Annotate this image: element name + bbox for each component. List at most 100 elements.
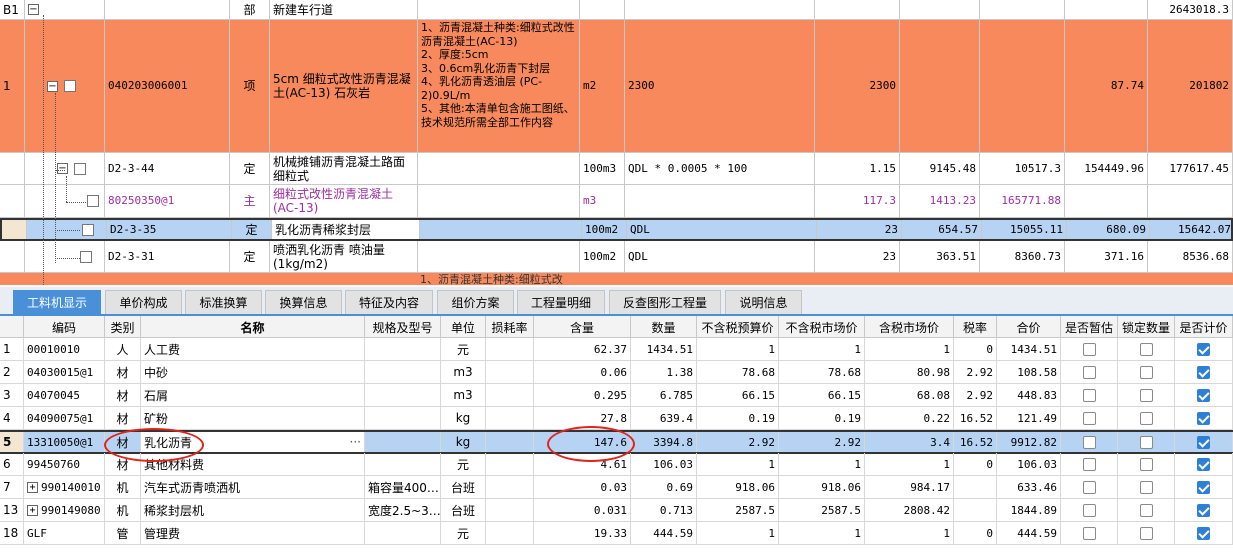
col-is-priced[interactable]: 是否计价 bbox=[1175, 316, 1233, 338]
bill-row-item[interactable]: 1 − 040203006001 项 5cm 细粒式改性沥青混凝土(AC-13)… bbox=[0, 20, 1233, 153]
col-tax-rate[interactable]: 税率 bbox=[954, 316, 997, 338]
lock-checkbox[interactable] bbox=[1139, 388, 1153, 402]
bill-row-item-partial[interactable]: 1、沥青混凝土种类:细粒式改 bbox=[0, 273, 1233, 285]
priced-checkbox-cell bbox=[1175, 432, 1233, 452]
bill-row-material[interactable]: 80250350@1 主 细粒式改性沥青混凝土(AC-13) m3 117.3 … bbox=[0, 185, 1233, 218]
row-checkbox[interactable] bbox=[64, 80, 76, 92]
lock-checkbox[interactable] bbox=[1139, 480, 1153, 494]
lock-checkbox[interactable] bbox=[1139, 503, 1153, 517]
estimate-checkbox[interactable] bbox=[1082, 457, 1096, 471]
estimate-checkbox[interactable] bbox=[1082, 435, 1096, 449]
resource-unit: kg bbox=[441, 432, 486, 452]
estimate-checkbox[interactable] bbox=[1082, 526, 1096, 540]
bill-row-quota[interactable]: − D2-3-44 定 机械摊铺沥青混凝土路面细粒式 100m3 QDL * 0… bbox=[0, 153, 1233, 185]
budget-price: 66.15 bbox=[697, 384, 779, 406]
estimate-checkbox[interactable] bbox=[1082, 365, 1096, 379]
tab-reverse-lookup[interactable]: 反查图形工程量 bbox=[609, 290, 721, 314]
col-loss-rate[interactable]: 损耗率 bbox=[486, 316, 534, 338]
row-checkbox[interactable] bbox=[80, 250, 92, 263]
col-code[interactable]: 编码 bbox=[24, 316, 105, 338]
col-is-estimate[interactable]: 是否暂估 bbox=[1061, 316, 1118, 338]
row-checkbox[interactable] bbox=[74, 162, 86, 175]
tab-labor-material-machine[interactable]: 工料机显示 bbox=[13, 290, 101, 314]
collapse-icon[interactable]: − bbox=[28, 4, 39, 15]
resource-row[interactable]: 4 04090075@1 材矿粉 kg 27.8 639.4 0.19 0.19 0.22 16.… bbox=[0, 407, 1233, 430]
item-name[interactable]: 乳化沥青稀浆封层 bbox=[272, 220, 420, 239]
col-type[interactable]: 类别 bbox=[105, 316, 141, 338]
tab-standard-conversion[interactable]: 标准换算 bbox=[185, 290, 262, 314]
tab-features[interactable]: 特征及内容 bbox=[345, 290, 433, 314]
tab-conversion-info[interactable]: 换算信息 bbox=[265, 290, 342, 314]
collapse-icon[interactable]: − bbox=[47, 80, 58, 92]
quantity-value: 1434.51 bbox=[631, 338, 697, 360]
resource-type: 材 bbox=[105, 407, 141, 429]
tax-rate bbox=[954, 476, 997, 498]
resource-row[interactable]: 7 +990140010 机汽车式沥青喷洒机 箱容量400… 台班 0.03 0.69 918… bbox=[0, 476, 1233, 499]
priced-checkbox[interactable] bbox=[1197, 526, 1210, 540]
priced-checkbox[interactable] bbox=[1197, 342, 1210, 356]
priced-checkbox[interactable] bbox=[1197, 480, 1210, 494]
lock-checkbox-cell bbox=[1118, 384, 1175, 406]
resource-unit: 元 bbox=[441, 522, 486, 544]
budget-price: 1 bbox=[697, 453, 779, 475]
market-price-tax: 1 bbox=[865, 522, 954, 544]
expand-icon[interactable]: + bbox=[27, 504, 38, 516]
row-checkbox[interactable] bbox=[87, 195, 99, 207]
lock-checkbox[interactable] bbox=[1139, 342, 1153, 356]
col-spec[interactable]: 规格及型号 bbox=[365, 316, 441, 338]
bill-row-quota[interactable]: D2-3-31 定 喷洒乳化沥青 喷油量(1kg/m2) 100m2 QDL 2… bbox=[0, 241, 1233, 273]
priced-checkbox[interactable] bbox=[1197, 503, 1210, 517]
col-name[interactable]: 名称 bbox=[141, 316, 365, 338]
col-unit[interactable]: 单位 bbox=[441, 316, 486, 338]
estimate-checkbox-cell bbox=[1061, 407, 1118, 429]
priced-checkbox-cell bbox=[1175, 361, 1233, 383]
col-budget-price[interactable]: 不含税预算价 bbox=[697, 316, 779, 338]
lock-checkbox[interactable] bbox=[1139, 457, 1153, 471]
resource-row[interactable]: 3 04070045 材石屑 m3 0.295 6.785 66.15 66.15 68.08 2… bbox=[0, 384, 1233, 407]
resource-row[interactable]: 13 +990149080 机稀浆封层机 宽度2.5~3… 台班 0.031 0.713 25… bbox=[0, 499, 1233, 522]
bill-row-quota-selected[interactable]: D2-3-35 定 乳化沥青稀浆封层 100m2 QDL 23 654.57 1… bbox=[0, 218, 1233, 241]
bill-row-section[interactable]: B1 − 部 新建车行道 2643018.3 bbox=[0, 0, 1233, 20]
col-lock-qty[interactable]: 锁定数量 bbox=[1118, 316, 1175, 338]
tab-unit-price[interactable]: 单价构成 bbox=[105, 290, 182, 314]
resource-row[interactable]: 18 GLF 管管理费元 19.33 444.59 1 1 1 0 444.59 bbox=[0, 522, 1233, 545]
resource-spec bbox=[365, 361, 441, 383]
estimate-checkbox[interactable] bbox=[1082, 480, 1096, 494]
priced-checkbox[interactable] bbox=[1197, 388, 1210, 402]
collapse-icon[interactable]: − bbox=[57, 163, 68, 174]
priced-checkbox-cell bbox=[1175, 522, 1233, 544]
resource-code: GLF bbox=[24, 522, 105, 544]
resource-spec: 宽度2.5~3… bbox=[365, 499, 441, 521]
lock-checkbox[interactable] bbox=[1139, 411, 1153, 425]
priced-checkbox[interactable] bbox=[1197, 365, 1210, 379]
col-market-price-tax[interactable]: 含税市场价 bbox=[865, 316, 954, 338]
more-button[interactable]: ··· bbox=[350, 435, 361, 449]
expand-icon[interactable]: + bbox=[27, 481, 38, 493]
estimate-checkbox[interactable] bbox=[1082, 503, 1096, 517]
material-code: 80250350@1 bbox=[105, 185, 230, 217]
col-total[interactable]: 合价 bbox=[997, 316, 1061, 338]
row-number: 1 bbox=[0, 20, 25, 152]
tab-pricing-plan[interactable]: 组价方案 bbox=[437, 290, 514, 314]
col-content[interactable]: 含量 bbox=[534, 316, 631, 338]
row-checkbox[interactable] bbox=[82, 223, 94, 236]
priced-checkbox[interactable] bbox=[1197, 457, 1210, 471]
resource-row[interactable]: 1 00010010 人人工费元 62.37 1434.51 1 1 1 0 1434.51 bbox=[0, 338, 1233, 361]
col-quantity[interactable]: 数量 bbox=[631, 316, 697, 338]
resource-row[interactable]: 2 04030015@1 材中砂 m3 0.06 1.38 78.68 78.68 80.98 2… bbox=[0, 361, 1233, 384]
col-market-price[interactable]: 不含税市场价 bbox=[779, 316, 865, 338]
tax-rate: 0 bbox=[954, 453, 997, 475]
tab-quantity-detail[interactable]: 工程量明细 bbox=[517, 290, 605, 314]
priced-checkbox[interactable] bbox=[1197, 411, 1210, 425]
estimate-checkbox[interactable] bbox=[1082, 342, 1096, 356]
tab-notes[interactable]: 说明信息 bbox=[725, 290, 802, 314]
resource-code: 04070045 bbox=[24, 384, 105, 406]
lock-checkbox[interactable] bbox=[1139, 526, 1153, 540]
market-price-tax: 1 bbox=[865, 453, 954, 475]
estimate-checkbox[interactable] bbox=[1082, 388, 1096, 402]
item-code: 040203006001 bbox=[105, 20, 230, 152]
lock-checkbox[interactable] bbox=[1139, 435, 1153, 449]
lock-checkbox[interactable] bbox=[1139, 365, 1153, 379]
estimate-checkbox[interactable] bbox=[1082, 411, 1096, 425]
priced-checkbox[interactable] bbox=[1197, 435, 1210, 449]
